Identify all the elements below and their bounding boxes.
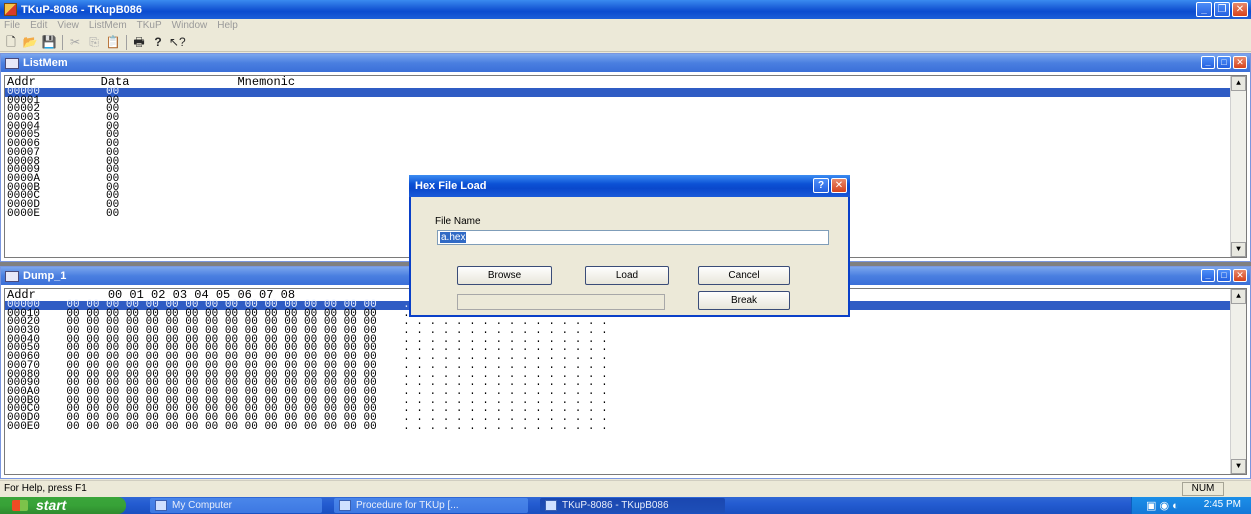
table-row[interactable]: 00005 00: [5, 130, 1246, 141]
table-row[interactable]: 00001 00: [5, 95, 1246, 106]
cancel-button[interactable]: Cancel: [698, 266, 790, 285]
dump-title: Dump_1: [23, 270, 67, 282]
open-icon[interactable]: 📂: [22, 34, 38, 50]
row-bytes: 00 00 00 00 00 00 00 00 00 00 00 00 00 0…: [66, 420, 377, 433]
table-row[interactable]: 00007 00: [5, 147, 1246, 158]
num-lock-indicator: NUM: [1182, 482, 1224, 496]
scroll-down-icon[interactable]: ▼: [1231, 242, 1246, 257]
clock[interactable]: 2:45 PM: [1204, 499, 1241, 510]
menu-view[interactable]: View: [57, 19, 79, 33]
browse-button[interactable]: Browse: [457, 266, 552, 285]
dialog-title: Hex File Load: [415, 180, 487, 192]
minimize-button[interactable]: _: [1196, 2, 1212, 17]
window-controls: _ ❐ ✕: [1196, 2, 1248, 17]
paste-icon[interactable]: 📋: [105, 34, 121, 50]
table-row[interactable]: 000E0 00 00 00 00 00 00 00 00 00 00 00 0…: [5, 420, 1246, 433]
load-button[interactable]: Load: [585, 266, 669, 285]
listmem-minimize-button[interactable]: _: [1201, 56, 1215, 69]
menu-listmem[interactable]: ListMem: [89, 19, 127, 33]
dump-window-controls: _ □ ✕: [1201, 269, 1247, 282]
table-row[interactable]: 00006 00: [5, 139, 1246, 150]
window-title: TKuP-8086 - TKupB086: [21, 3, 143, 16]
document-icon: [339, 500, 351, 511]
scroll-up-icon[interactable]: ▲: [1231, 289, 1246, 304]
listmem-close-button[interactable]: ✕: [1233, 56, 1247, 69]
restore-button[interactable]: ❐: [1214, 2, 1230, 17]
toolbar: 🗋 📂 💾 ✂ ⎘ 📋 🖶 ? ↖?: [0, 33, 1251, 52]
close-button[interactable]: ✕: [1232, 2, 1248, 17]
listmem-title: ListMem: [23, 57, 68, 69]
toolbar-separator: [126, 34, 127, 50]
help-pointer-icon[interactable]: ↖?: [169, 34, 186, 50]
task-procedure-doc[interactable]: Procedure for TKUp [...: [334, 498, 528, 513]
row-addr: 0000E: [7, 207, 41, 220]
app-icon[interactable]: [4, 3, 17, 16]
menu-file[interactable]: File: [4, 19, 20, 33]
dialog-title-bar: Hex File Load ? ✕: [409, 175, 850, 197]
dump-close-button[interactable]: ✕: [1233, 269, 1247, 282]
file-name-input[interactable]: a.hex: [437, 230, 829, 245]
table-row[interactable]: 00008 00: [5, 156, 1246, 167]
tray-icons[interactable]: ▣ ◉ ◐: [1146, 499, 1179, 512]
table-row[interactable]: 00003 00: [5, 113, 1246, 124]
app-icon: [545, 500, 557, 511]
dump-rows: 00000 00 00 00 00 00 00 00 00 00 00 00 0…: [5, 300, 1246, 433]
menu-window[interactable]: Window: [172, 19, 208, 33]
start-button[interactable]: start: [0, 497, 126, 514]
listmem-scrollbar[interactable]: ▲ ▼: [1230, 76, 1246, 257]
col-mnemonic: Mnemonic: [237, 75, 296, 89]
status-help-text: For Help, press F1: [4, 483, 87, 494]
row-data: 00: [106, 207, 120, 220]
dump-maximize-button[interactable]: □: [1217, 269, 1231, 282]
main-title-bar: TKuP-8086 - TKupB086 _ ❐ ✕: [0, 0, 1251, 19]
task-label: Procedure for TKUp [...: [356, 500, 459, 511]
dump-window-icon: [5, 270, 19, 282]
computer-icon: [155, 500, 167, 511]
dump-minimize-button[interactable]: _: [1201, 269, 1215, 282]
task-my-computer[interactable]: My Computer: [150, 498, 322, 513]
dialog-controls: ? ✕: [813, 178, 847, 193]
task-tkup[interactable]: TKuP-8086 - TKupB086: [540, 498, 725, 513]
listmem-title-bar: ListMem _ □ ✕: [1, 54, 1250, 72]
taskbar: start My Computer Procedure for TKUp [..…: [0, 497, 1251, 514]
dialog-close-button[interactable]: ✕: [831, 178, 847, 193]
about-icon[interactable]: ?: [150, 34, 166, 50]
file-name-value: a.hex: [440, 232, 467, 243]
system-tray: ▣ ◉ ◐ 2:45 PM: [1131, 497, 1251, 514]
menu-edit[interactable]: Edit: [30, 19, 47, 33]
table-row[interactable]: 00000 00: [5, 87, 1246, 98]
listmem-window-controls: _ □ ✕: [1201, 56, 1247, 69]
cut-icon[interactable]: ✂: [67, 34, 83, 50]
dump-scrollbar[interactable]: ▲ ▼: [1230, 289, 1246, 474]
toolbar-separator: [62, 34, 63, 50]
status-bar: For Help, press F1 NUM: [0, 480, 1251, 497]
hex-file-load-dialog: Hex File Load ? ✕ File Name a.hex Browse…: [409, 175, 850, 317]
table-row[interactable]: 00009 00: [5, 165, 1246, 176]
load-progress-bar: [457, 294, 665, 310]
scroll-down-icon[interactable]: ▼: [1231, 459, 1246, 474]
listmem-header: Addr Data Mnemonic: [5, 76, 1246, 88]
menu-tkup[interactable]: TKuP: [137, 19, 162, 33]
table-row[interactable]: 00002 00: [5, 104, 1246, 115]
row-addr: 000E0: [7, 420, 41, 433]
table-row[interactable]: 00004 00: [5, 121, 1246, 132]
save-icon[interactable]: 💾: [41, 34, 57, 50]
start-label: start: [36, 497, 67, 513]
menu-help[interactable]: Help: [217, 19, 238, 33]
file-name-label: File Name: [435, 216, 481, 227]
dialog-help-button[interactable]: ?: [813, 178, 829, 193]
windows-logo-icon: [12, 500, 28, 511]
listmem-window-icon: [5, 57, 19, 69]
copy-icon[interactable]: ⎘: [86, 34, 102, 50]
print-icon[interactable]: 🖶: [131, 34, 147, 50]
row-ascii: . . . . . . . . . . . . . . . .: [403, 420, 608, 433]
scroll-up-icon[interactable]: ▲: [1231, 76, 1246, 91]
task-label: My Computer: [172, 500, 233, 511]
new-icon[interactable]: 🗋: [3, 34, 19, 50]
menu-bar: File Edit View ListMem TKuP Window Help: [0, 19, 1251, 33]
task-label: TKuP-8086 - TKupB086: [562, 500, 669, 511]
listmem-maximize-button[interactable]: □: [1217, 56, 1231, 69]
break-button[interactable]: Break: [698, 291, 790, 310]
